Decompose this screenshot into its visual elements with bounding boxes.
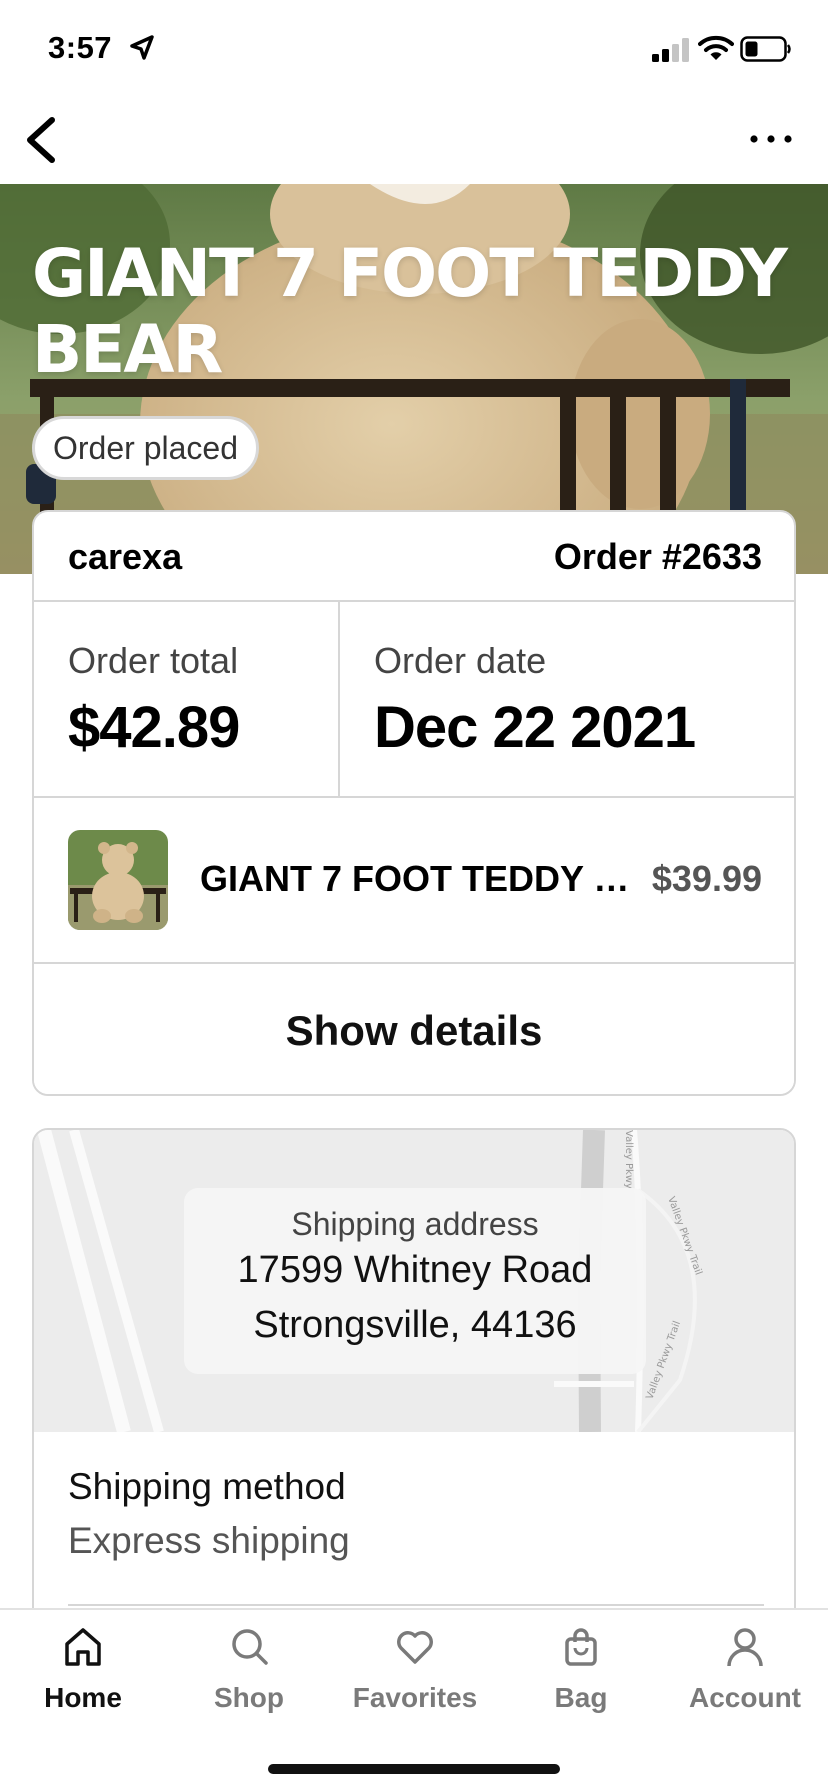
address-line-1: 17599 Whitney Road (237, 1249, 593, 1291)
chevron-left-icon[interactable] (22, 112, 62, 168)
tab-shop[interactable]: Shop (166, 1610, 332, 1730)
bag-icon (565, 1628, 597, 1666)
location-arrow-icon (130, 35, 154, 60)
divider (68, 1604, 764, 1606)
address-line-2: Strongsville, 44136 (253, 1304, 577, 1346)
tab-bag[interactable]: Bag (498, 1610, 664, 1730)
order-number: Order #2633 (553, 536, 762, 577)
order-header-row: carexa Order #2633 (34, 512, 794, 602)
tab-home[interactable]: Home (0, 1610, 166, 1730)
order-date-cell: Order date Dec 22 2021 (340, 602, 794, 796)
order-stats-row: Order total $42.89 Order date Dec 22 202… (34, 602, 794, 798)
home-icon (65, 1628, 101, 1666)
tab-account[interactable]: Account (662, 1610, 828, 1730)
tab-bag-label: Bag (554, 1682, 608, 1713)
status-time: 3:57 (48, 30, 113, 65)
shipping-card: Valley Pkwy Valley Pkwy Trail Valley Pkw… (32, 1128, 796, 1648)
cellular-signal-icon (652, 38, 689, 62)
shipping-address-label: Shipping address (291, 1206, 539, 1242)
tab-shop-label: Shop (214, 1682, 284, 1713)
shop-name[interactable]: carexa (68, 536, 182, 578)
order-summary-card: carexa Order #2633 Order total $42.89 Or… (32, 510, 796, 1096)
tab-favorites-label: Favorites (352, 1682, 478, 1713)
home-indicator (268, 1764, 560, 1774)
account-icon (727, 1628, 763, 1667)
order-status-badge: Order placed (32, 416, 259, 480)
search-icon (232, 1629, 268, 1665)
shipping-address-box: Shipping address 17599 Whitney Road Stro… (184, 1188, 646, 1374)
nav-bar (0, 100, 828, 184)
more-dots-icon[interactable] (748, 124, 794, 154)
shipping-map: Valley Pkwy Valley Pkwy Trail Valley Pkw… (34, 1130, 794, 1432)
tab-account-label: Account (689, 1682, 801, 1713)
tab-home-label: Home (44, 1682, 122, 1713)
battery-icon (740, 36, 791, 62)
order-date-value: Dec 22 2021 (374, 695, 696, 760)
hero-title: GIANT 7 FOOT TEDDY BEAR (32, 235, 788, 388)
svg-text:Valley Pkwy: Valley Pkwy (623, 1130, 634, 1189)
item-price: $39.99 (651, 858, 762, 899)
shipping-method-value: Express shipping (68, 1520, 350, 1561)
show-details-button[interactable]: Show details (34, 964, 794, 1094)
heart-icon (397, 1631, 433, 1664)
status-bar: 3:57 (0, 0, 828, 100)
order-total-value: $42.89 (68, 695, 240, 760)
order-item-row[interactable]: GIANT 7 FOOT TEDDY BEAR $39.99 (34, 798, 794, 964)
wifi-icon (698, 35, 734, 60)
tab-favorites[interactable]: Favorites (332, 1610, 498, 1730)
item-thumbnail (68, 830, 168, 930)
order-total-label: Order total (68, 640, 239, 681)
order-date-label: Order date (374, 640, 547, 681)
order-total-cell: Order total $42.89 (34, 602, 340, 796)
item-name: GIANT 7 FOOT TEDDY BEAR (200, 858, 630, 899)
shipping-method-title: Shipping method (68, 1466, 346, 1507)
